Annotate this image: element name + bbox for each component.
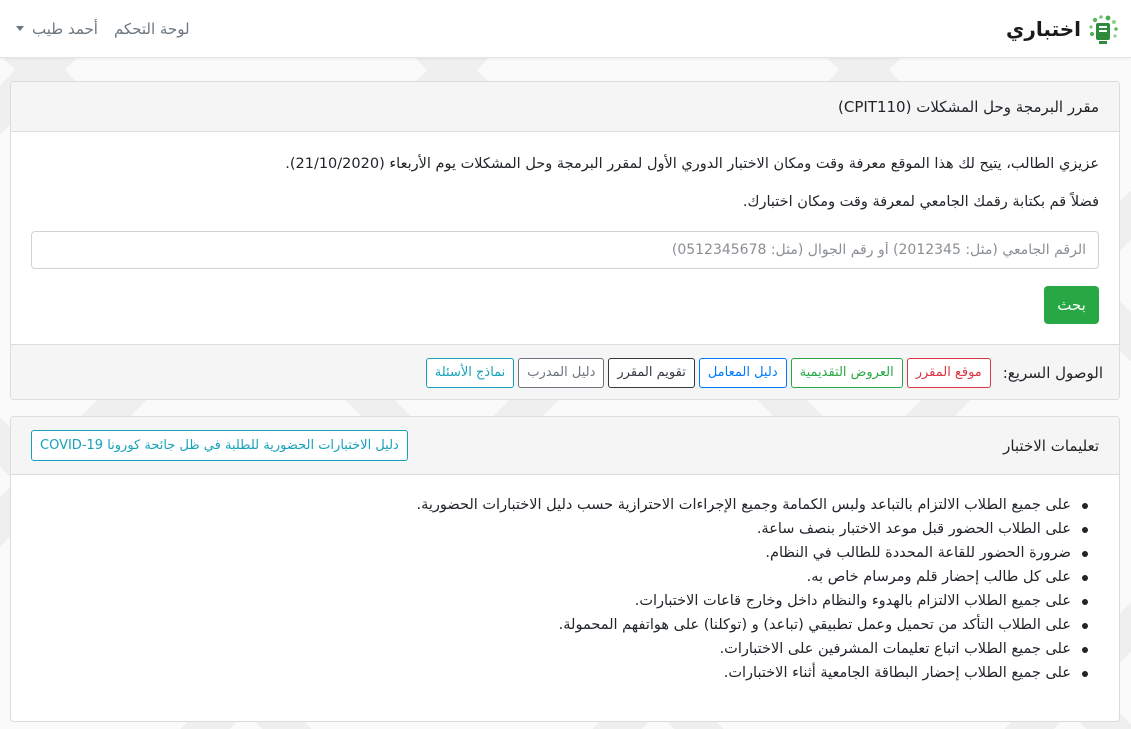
prompt-text: فضلاً قم بكتابة رقمك الجامعي لمعرفة وقت … (742, 194, 1099, 210)
list-item: على الطلاب الحضور قبل موعد الاختبار بنصف… (31, 517, 1088, 541)
quick-access-links: موقع المقرر العروض التقديمية دليل المعام… (425, 357, 991, 388)
course-site-button[interactable]: موقع المقرر (906, 357, 991, 388)
quick-access-bar: الوصول السريع: موقع المقرر العروض التقدي… (11, 344, 1119, 399)
course-card: مقرر البرمجة وحل المشكلات (CPIT110) عزيز… (10, 81, 1120, 400)
list-item: على جميع الطلاب الالتزام بالتباعد ولبس ا… (31, 493, 1088, 517)
instructor-guide-button[interactable]: دليل المدرب (518, 357, 605, 388)
list-item: على جميع الطلاب اتباع تعليمات المشرفين ع… (31, 637, 1088, 661)
course-card-header: مقرر البرمجة وحل المشكلات (CPIT110) (11, 82, 1119, 132)
course-title: مقرر البرمجة وحل المشكلات (CPIT110) (838, 97, 1099, 116)
brand-logo-icon (1089, 14, 1118, 44)
presentations-button[interactable]: العروض التقديمية (790, 357, 903, 388)
list-item: على كل طالب إحضار قلم ومرسام خاص به. (31, 565, 1088, 589)
lab-guide-button[interactable]: دليل المعامل (698, 357, 787, 388)
list-item: ضرورة الحضور للقاعة المحددة للطالب في ال… (31, 541, 1088, 565)
brand[interactable]: اختباري (1006, 12, 1121, 46)
dashboard-link[interactable]: لوحة التحكم (114, 20, 190, 38)
top-navbar: اختباري لوحة التحكم أحمد طيب (0, 0, 1131, 58)
user-menu-dropdown[interactable]: أحمد طيب (16, 20, 98, 38)
instructions-title: تعليمات الاختبار (1003, 436, 1099, 455)
quick-access-label: الوصول السريع: (1002, 363, 1103, 382)
intro-text: عزيزي الطالب، يتيح لك هذا الموقع معرفة و… (285, 156, 1099, 172)
instructions-list: على جميع الطلاب الالتزام بالتباعد ولبس ا… (11, 475, 1119, 685)
instructions-card-header: تعليمات الاختبار دليل الاختبارات الحضوري… (11, 417, 1119, 475)
nav-links: لوحة التحكم أحمد طيب (16, 20, 190, 38)
list-item: على جميع الطلاب الالتزام بالهدوء والنظام… (31, 589, 1088, 613)
student-id-search-input[interactable] (31, 231, 1099, 269)
covid-guide-button[interactable]: دليل الاختبارات الحضورية للطلبة في ظل جا… (31, 430, 408, 461)
brand-name: اختباري (1006, 16, 1081, 41)
search-button[interactable]: بحث (1044, 286, 1099, 324)
chevron-down-icon (16, 26, 24, 31)
instructions-card: تعليمات الاختبار دليل الاختبارات الحضوري… (10, 416, 1120, 722)
list-item: على جميع الطلاب إحضار البطاقة الجامعية أ… (31, 661, 1088, 685)
user-name: أحمد طيب (32, 19, 98, 38)
sample-questions-button[interactable]: نماذج الأسئلة (425, 357, 515, 388)
course-calendar-button[interactable]: تقويم المقرر (608, 357, 695, 388)
course-card-body: عزيزي الطالب، يتيح لك هذا الموقع معرفة و… (11, 132, 1119, 344)
list-item: على الطلاب التأكد من تحميل وعمل تطبيقي (… (31, 613, 1088, 637)
